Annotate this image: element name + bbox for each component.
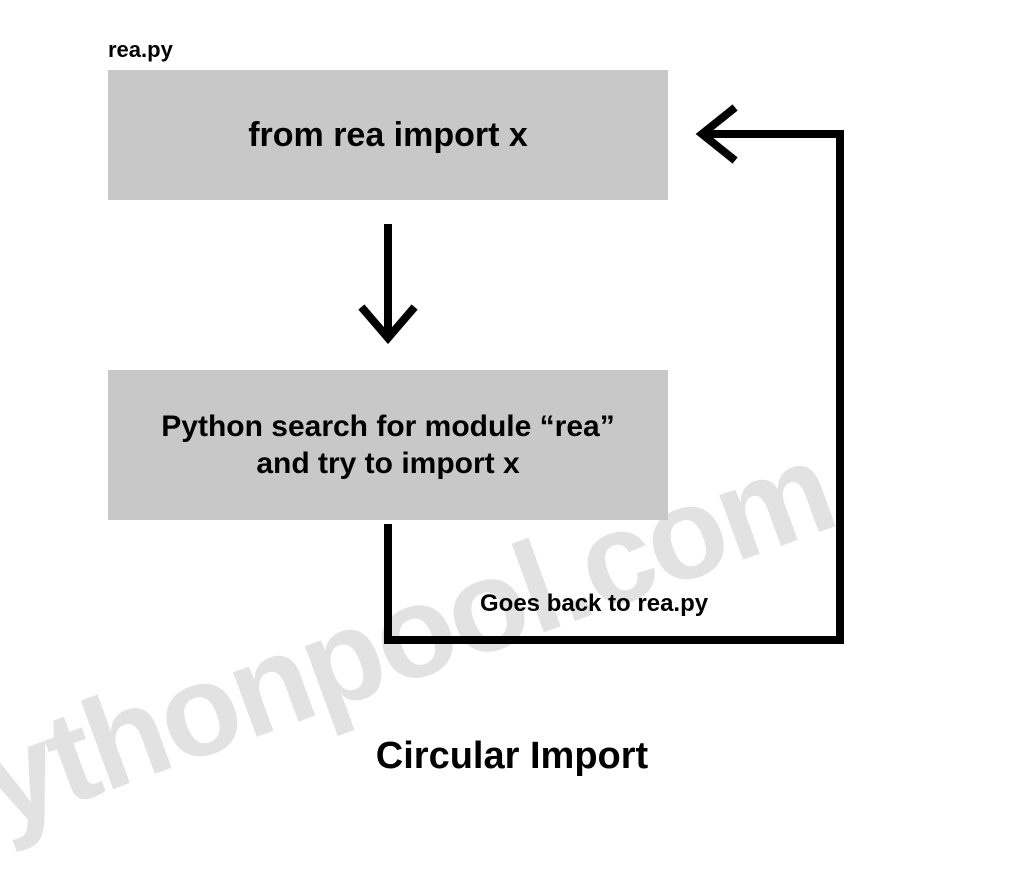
arrow-down-head [364, 310, 412, 338]
arrow-loop-head [702, 110, 732, 158]
file-label: rea.py [108, 37, 173, 63]
box-import-text: from rea import x [248, 116, 528, 155]
box-search-module: Python search for module “rea” and try t… [108, 370, 668, 520]
box-import-statement: from rea import x [108, 70, 668, 200]
loop-edge-label: Goes back to rea.py [480, 590, 708, 618]
box-search-text: Python search for module “rea” and try t… [132, 408, 644, 483]
diagram-title: Circular Import [0, 735, 1024, 778]
